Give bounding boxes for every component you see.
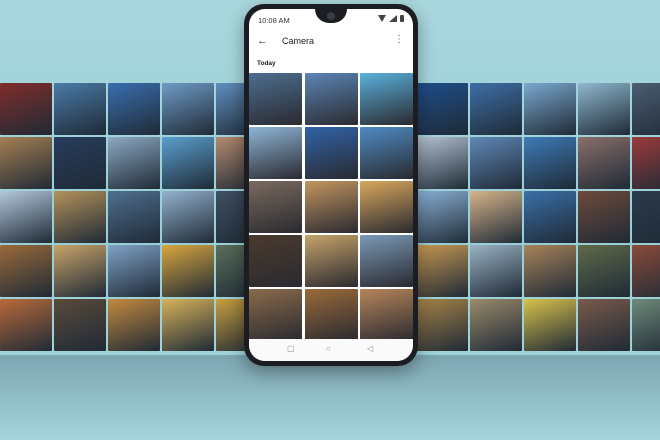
wall-photo	[54, 137, 106, 189]
wall-photo	[108, 83, 160, 135]
wall-photo	[162, 245, 214, 297]
wall-photo	[0, 299, 52, 351]
photo-thumbnail[interactable]	[360, 235, 413, 287]
wall-photo	[416, 137, 468, 189]
wall-photo	[162, 191, 214, 243]
wall-photo	[470, 137, 522, 189]
photo-thumbnail[interactable]	[304, 127, 358, 179]
wall-photo	[416, 191, 468, 243]
wall-photo	[524, 191, 576, 243]
wall-photo	[578, 299, 630, 351]
wall-photo	[162, 83, 214, 135]
wall-photo	[108, 191, 160, 243]
wall-photo	[632, 245, 660, 297]
wall-photo	[578, 83, 630, 135]
wall-photo	[0, 191, 52, 243]
wall-photo	[54, 83, 106, 135]
section-today: Today	[257, 60, 276, 67]
wall-photo	[524, 137, 576, 189]
photo-thumbnail[interactable]	[304, 73, 358, 125]
page-title: Camera	[282, 36, 315, 46]
wall-photo	[578, 245, 630, 297]
wall-photo	[108, 245, 160, 297]
wall-photo	[54, 299, 106, 351]
photo-thumbnail[interactable]	[304, 235, 358, 287]
photo-thumbnail[interactable]	[304, 181, 358, 233]
photo-thumbnail[interactable]	[360, 73, 413, 125]
photo-thumbnail[interactable]	[249, 289, 302, 341]
wall-photo	[416, 245, 468, 297]
wall-photo	[0, 83, 52, 135]
system-icons	[378, 15, 404, 22]
battery-icon	[400, 15, 404, 22]
wall-photo	[108, 137, 160, 189]
wall-photo	[632, 137, 660, 189]
wall-photo	[470, 191, 522, 243]
signal-icon	[389, 15, 397, 22]
nav-back-icon[interactable]: ◁	[367, 344, 373, 353]
photo-thumbnail[interactable]	[360, 289, 413, 341]
phone-screen: 10:08 AM ← Camera ⋮ Today ▢ ○ ◁	[249, 9, 413, 361]
app-bar: ← Camera ⋮	[249, 29, 413, 55]
photo-thumbnail[interactable]	[360, 181, 413, 233]
wall-photo	[54, 191, 106, 243]
home-icon[interactable]: ○	[326, 344, 331, 353]
status-time: 10:08 AM	[258, 16, 290, 25]
photo-thumbnail[interactable]	[360, 127, 413, 179]
photo-thumbnail[interactable]	[249, 127, 302, 179]
wall-photo	[416, 299, 468, 351]
wall-photo	[54, 245, 106, 297]
photo-thumbnail[interactable]	[249, 181, 302, 233]
wall-photo	[524, 83, 576, 135]
back-arrow-icon[interactable]: ←	[257, 35, 268, 47]
wall-photo	[632, 299, 660, 351]
wall-photo	[632, 191, 660, 243]
wall-photo	[0, 245, 52, 297]
photo-thumbnail[interactable]	[249, 235, 302, 287]
wall-photo	[470, 299, 522, 351]
reflection	[0, 355, 660, 440]
nav-bar: ▢ ○ ◁	[249, 339, 413, 361]
wall-photo	[108, 299, 160, 351]
wall-photo	[632, 83, 660, 135]
more-vert-icon[interactable]: ⋮	[394, 34, 404, 45]
wall-photo	[416, 83, 468, 135]
wall-photo	[578, 137, 630, 189]
wall-photo	[524, 245, 576, 297]
photo-thumbnail[interactable]	[304, 289, 358, 341]
phone-frame: 10:08 AM ← Camera ⋮ Today ▢ ○ ◁	[244, 4, 418, 366]
recent-apps-icon[interactable]: ▢	[287, 344, 295, 353]
wall-photo	[0, 137, 52, 189]
photo-thumbnail[interactable]	[249, 73, 302, 125]
wall-photo	[162, 299, 214, 351]
wall-photo	[524, 299, 576, 351]
wall-photo	[578, 191, 630, 243]
wall-photo	[162, 137, 214, 189]
wall-photo	[470, 245, 522, 297]
wifi-icon	[378, 15, 386, 22]
wall-photo	[470, 83, 522, 135]
